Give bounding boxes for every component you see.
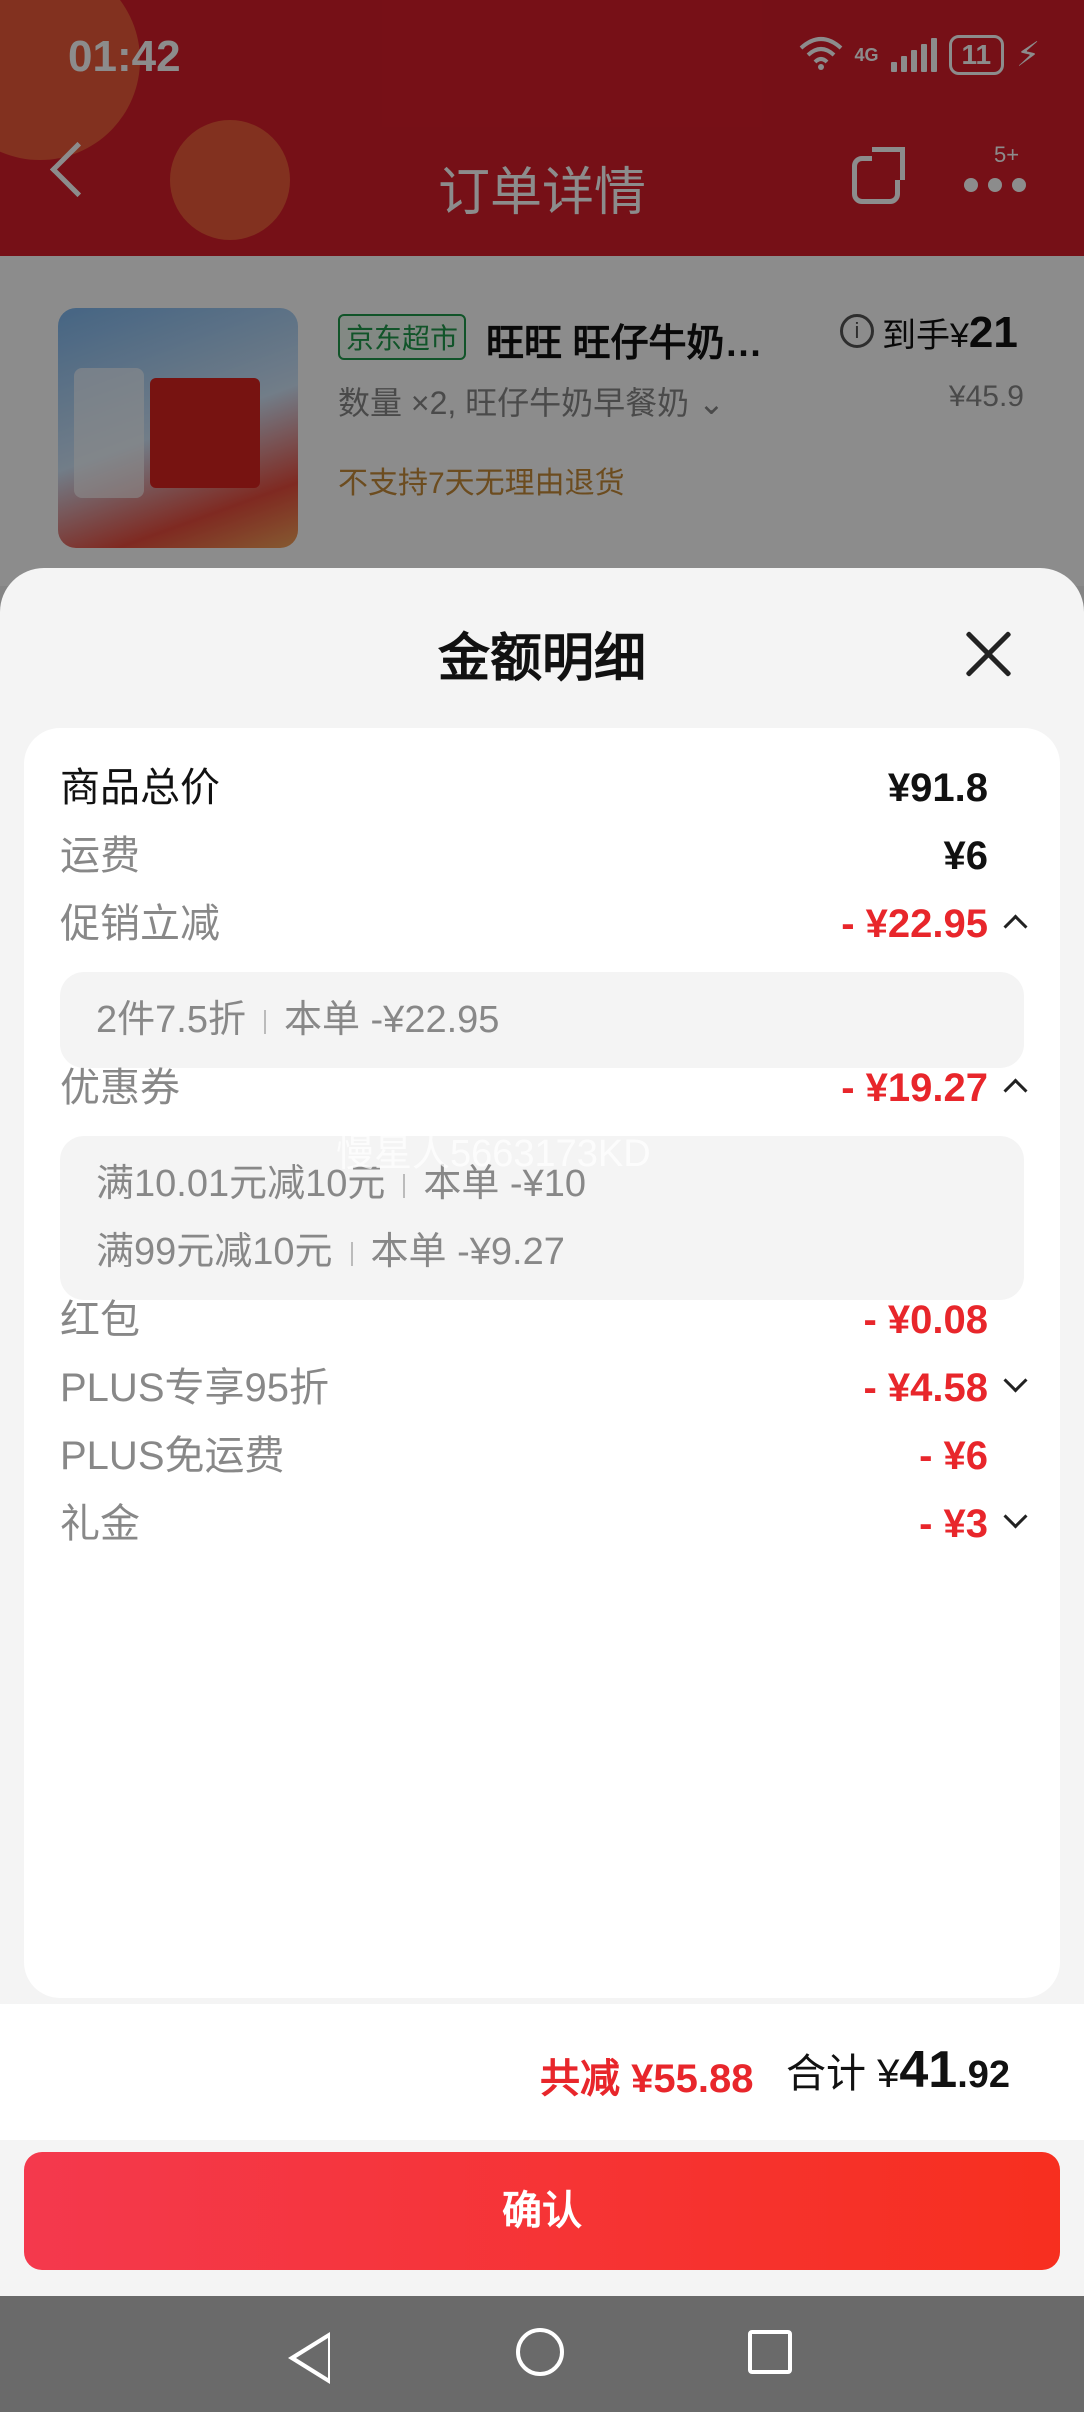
chevron-up-icon[interactable] <box>1003 1078 1028 1103</box>
sheet-title: 金额明细 <box>437 630 646 688</box>
plus-shipping-row: PLUS免运费 - ¥6 <box>60 1434 988 1478</box>
plus-discount-row[interactable]: PLUS专享95折 - ¥4.58 <box>60 1358 1028 1418</box>
total-sum: 合计 ¥41.92 <box>786 2041 1011 2099</box>
gift-row[interactable]: 礼金 - ¥3 <box>60 1494 1028 1554</box>
red-packet-row: 红包 - ¥0.08 <box>60 1298 988 1342</box>
shipping-row: 运费 ¥6 <box>60 834 988 878</box>
coupon-detail-line: 满99元减10元 本单 -¥9.27 <box>96 1231 565 1273</box>
system-recent-icon[interactable] <box>748 2330 792 2374</box>
system-back-icon[interactable] <box>288 2332 330 2384</box>
promo-detail-box: 2件7.5折 本单 -¥22.95 <box>60 972 1024 1068</box>
total-reduced: 共减 ¥55.88 <box>540 2057 754 2101</box>
close-icon[interactable] <box>962 628 1014 680</box>
goods-total-row: 商品总价 ¥91.8 <box>60 766 988 810</box>
amount-card: 商品总价 ¥91.8 运费 ¥6 促销立减 - ¥22.95 2件7.5折 本单 … <box>24 728 1060 1998</box>
chevron-down-icon[interactable] <box>1003 1368 1028 1393</box>
total-bar: 共减 ¥55.88 合计 ¥41.92 <box>0 2004 1084 2140</box>
confirm-button[interactable]: 确认 <box>24 2152 1060 2270</box>
watermark: 慢星人5663173KD <box>336 1133 651 1175</box>
chevron-down-icon[interactable] <box>1003 1504 1028 1529</box>
chevron-up-icon[interactable] <box>1003 914 1028 939</box>
system-home-icon[interactable] <box>516 2328 564 2376</box>
promo-detail-line: 2件7.5折 本单 -¥22.95 <box>96 999 500 1041</box>
coupon-row[interactable]: 优惠券 - ¥19.27 <box>60 1058 1028 1118</box>
promo-row[interactable]: 促销立减 - ¥22.95 <box>60 894 1028 954</box>
